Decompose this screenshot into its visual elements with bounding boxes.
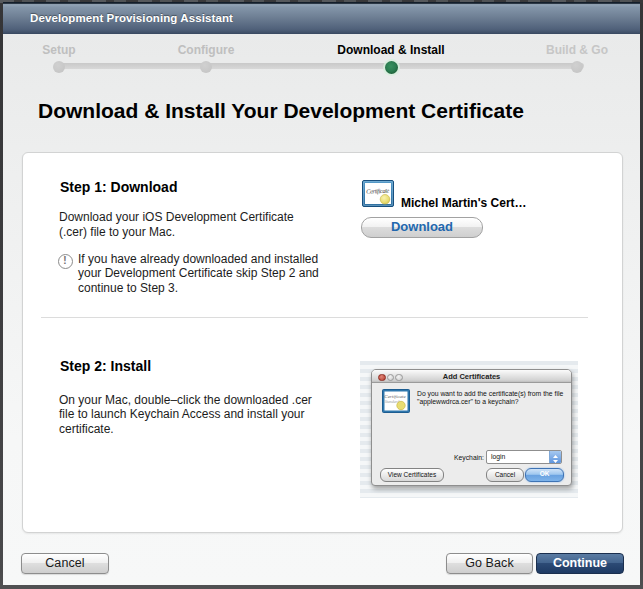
- svg-text:Certificate: Certificate: [366, 187, 389, 195]
- svg-text:Certificate: Certificate: [384, 394, 406, 399]
